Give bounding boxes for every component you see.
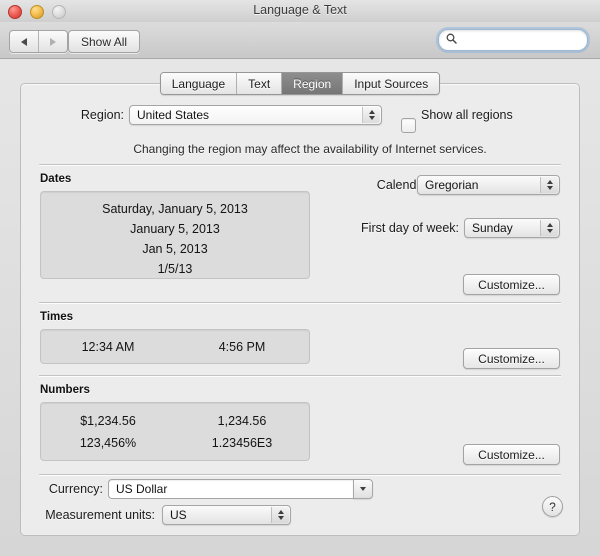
times-customize-button[interactable]: Customize... [463, 348, 560, 369]
first-day-of-week-label: First day of week: [361, 221, 459, 235]
divider-currency [39, 474, 561, 475]
tab-input-sources[interactable]: Input Sources [342, 73, 440, 94]
date-preview-short: 1/5/13 [157, 262, 193, 276]
show-all-regions-checkbox[interactable] [401, 118, 416, 133]
chevron-right-icon [50, 37, 56, 46]
show-all-label: Show All [81, 34, 128, 49]
currency-label: Currency: [48, 482, 103, 496]
search-field[interactable] [438, 29, 588, 51]
first-day-of-week-value: Sunday [472, 221, 513, 235]
help-button[interactable]: ? [542, 496, 563, 517]
numbers-preview-box: $1,234.56 1,234.56 123,456% 1.23456E3 [40, 402, 310, 461]
show-all-button[interactable]: Show All [68, 30, 141, 53]
chevron-left-icon [21, 37, 27, 46]
toolbar: Show All [0, 22, 600, 59]
numbers-section-label: Numbers [40, 384, 90, 396]
popup-arrows-icon [540, 177, 558, 193]
dates-customize-label: Customize... [478, 277, 545, 292]
region-value: United States [137, 108, 210, 122]
times-preview-box: 12:34 AM 4:56 PM [40, 329, 310, 364]
calendar-popup-button[interactable]: Gregorian [417, 175, 560, 195]
time-preview-pm: 4:56 PM [218, 339, 266, 354]
navigation-buttons [9, 30, 68, 53]
tab-text-label: Text [248, 76, 271, 91]
measurement-units-value: US [170, 508, 187, 522]
dates-section-label: Dates [40, 173, 72, 185]
tab-region[interactable]: Region [281, 73, 343, 94]
search-icon [446, 31, 457, 49]
region-note: Changing the region may affect the avail… [133, 142, 487, 156]
number-preview-decimal: 1,234.56 [217, 413, 267, 428]
tab-language-label: Language [171, 76, 226, 91]
back-button[interactable] [10, 31, 38, 52]
tab-text[interactable]: Text [236, 73, 282, 94]
title-bar: Language & Text [0, 0, 600, 23]
region-settings-panel: Region: United States Show all regions C… [20, 83, 580, 536]
number-preview-currency: $1,234.56 [80, 413, 136, 428]
window-title: Language & Text [253, 3, 347, 17]
search-input[interactable] [460, 34, 572, 46]
divider-dates [39, 164, 561, 165]
times-customize-label: Customize... [478, 351, 545, 366]
numbers-customize-button[interactable]: Customize... [463, 444, 560, 465]
currency-combo-box[interactable]: US Dollar [108, 479, 373, 499]
times-section-label: Times [40, 311, 74, 323]
popup-arrows-icon [362, 107, 380, 123]
tab-bar: Language Text Region Input Sources [0, 72, 600, 95]
date-preview-full: Saturday, January 5, 2013 [102, 202, 248, 216]
time-preview-am: 12:34 AM [81, 339, 135, 354]
divider-numbers [39, 375, 561, 376]
date-preview-long: January 5, 2013 [130, 222, 220, 236]
dates-preview-box: Saturday, January 5, 2013 January 5, 201… [40, 191, 310, 279]
show-all-regions-label: Show all regions [421, 108, 513, 122]
language-and-text-window: Language & Text Show All Language Text R… [0, 0, 600, 556]
popup-arrows-icon [271, 507, 289, 523]
chevron-down-icon [360, 487, 366, 491]
help-label: ? [549, 499, 556, 514]
calendar-label: Calendar: [376, 178, 431, 192]
tab-strip: Language Text Region Input Sources [159, 72, 441, 95]
number-preview-scientific: 1.23456E3 [211, 435, 273, 450]
forward-button[interactable] [38, 31, 67, 52]
currency-value[interactable]: US Dollar [108, 479, 353, 499]
date-preview-medium: Jan 5, 2013 [142, 242, 208, 256]
calendar-value: Gregorian [425, 178, 479, 192]
popup-arrows-icon [540, 220, 558, 236]
numbers-customize-label: Customize... [478, 447, 545, 462]
region-popup-button[interactable]: United States [129, 105, 382, 125]
divider-times [39, 302, 561, 303]
tab-region-label: Region [293, 76, 332, 91]
region-label: Region: [80, 108, 124, 122]
tab-input-sources-label: Input Sources [354, 76, 429, 91]
currency-dropdown-button[interactable] [353, 479, 373, 499]
dates-customize-button[interactable]: Customize... [463, 274, 560, 295]
number-preview-percent: 123,456% [79, 435, 137, 450]
first-day-of-week-popup-button[interactable]: Sunday [464, 218, 560, 238]
measurement-units-label: Measurement units: [45, 508, 155, 522]
measurement-units-popup-button[interactable]: US [162, 505, 291, 525]
tab-language[interactable]: Language [160, 73, 237, 94]
